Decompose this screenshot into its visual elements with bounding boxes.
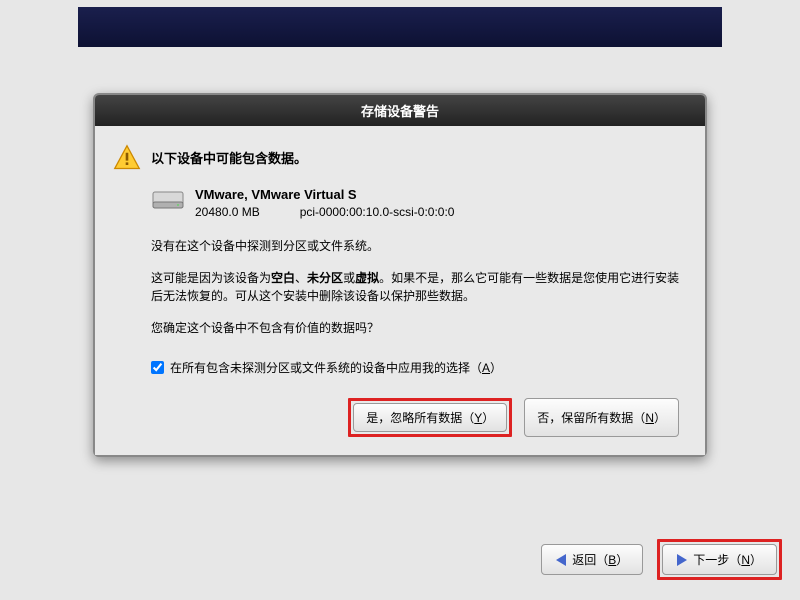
p2-a: 这可能是因为该设备为 xyxy=(151,271,271,285)
dialog-title: 存储设备警告 xyxy=(95,95,705,126)
cb-key: A xyxy=(482,361,490,375)
no-keep-button[interactable]: 否，保留所有数据（N） xyxy=(524,398,679,437)
arrow-left-icon xyxy=(556,554,566,566)
warning-icon xyxy=(113,144,141,172)
paragraph-1: 没有在这个设备中探测到分区或文件系统。 xyxy=(151,237,683,255)
apply-all-checkbox-row: 在所有包含未探测分区或文件系统的设备中应用我的选择（A） xyxy=(151,359,683,376)
dialog-header-text: 以下设备中可能包含数据。 xyxy=(151,144,307,167)
storage-warning-dialog: 存储设备警告 以下设备中可能包含数据。 VMware, VMware Virtu… xyxy=(93,93,707,457)
no-key: N xyxy=(645,411,654,425)
back-label: 返回（B） xyxy=(572,551,628,568)
device-details: 20480.0 MB pci-0000:00:10.0-scsi-0:0:0:0 xyxy=(195,204,454,221)
no-b: ） xyxy=(654,411,666,425)
next-label: 下一步（N） xyxy=(693,551,762,568)
next-b: ） xyxy=(750,553,762,567)
next-a: 下一步（ xyxy=(693,553,741,567)
cb-a: 在所有包含未探测分区或文件系统的设备中应用我的选择（ xyxy=(170,361,482,375)
next-key: N xyxy=(741,553,750,567)
top-banner xyxy=(78,7,722,47)
back-b: ） xyxy=(616,553,628,567)
yes-b: ） xyxy=(482,411,494,425)
dialog-button-row: 是，忽略所有数据（Y） 否，保留所有数据（N） xyxy=(113,398,683,437)
apply-all-checkbox[interactable] xyxy=(151,361,164,374)
highlight-yes: 是，忽略所有数据（Y） xyxy=(348,398,512,437)
device-path: pci-0000:00:10.0-scsi-0:0:0:0 xyxy=(300,205,455,219)
paragraph-3: 您确定这个设备中不包含有价值的数据吗？ xyxy=(151,319,683,337)
footer-buttons: 返回（B） 下一步（N） xyxy=(541,539,782,580)
device-name: VMware, VMware Virtual S xyxy=(195,186,454,204)
highlight-next: 下一步（N） xyxy=(657,539,782,580)
device-row: VMware, VMware Virtual S 20480.0 MB pci-0… xyxy=(151,186,683,221)
dialog-header-row: 以下设备中可能包含数据。 xyxy=(113,144,683,172)
device-info: VMware, VMware Virtual S 20480.0 MB pci-0… xyxy=(195,186,454,221)
apply-all-label[interactable]: 在所有包含未探测分区或文件系统的设备中应用我的选择（A） xyxy=(170,359,502,376)
disk-icon xyxy=(151,186,185,212)
p2-blank: 空白 xyxy=(271,271,295,285)
next-button[interactable]: 下一步（N） xyxy=(662,544,777,575)
dialog-body: 以下设备中可能包含数据。 VMware, VMware Virtual S 20… xyxy=(95,126,705,455)
back-a: 返回（ xyxy=(572,553,608,567)
yes-discard-button[interactable]: 是，忽略所有数据（Y） xyxy=(353,403,507,432)
p2-s2: 或 xyxy=(343,271,355,285)
p2-virtual: 虚拟 xyxy=(355,271,379,285)
cb-b: ） xyxy=(490,361,502,375)
p2-unpart: 未分区 xyxy=(307,271,343,285)
no-a: 否，保留所有数据（ xyxy=(537,411,645,425)
p2-s1: 、 xyxy=(295,271,307,285)
device-size: 20480.0 MB xyxy=(195,204,260,221)
arrow-right-icon xyxy=(677,554,687,566)
paragraph-2: 这可能是因为该设备为空白、未分区或虚拟。如果不是，那么它可能有一些数据是您使用它… xyxy=(151,269,683,305)
back-button[interactable]: 返回（B） xyxy=(541,544,643,575)
yes-a: 是，忽略所有数据（ xyxy=(366,411,474,425)
